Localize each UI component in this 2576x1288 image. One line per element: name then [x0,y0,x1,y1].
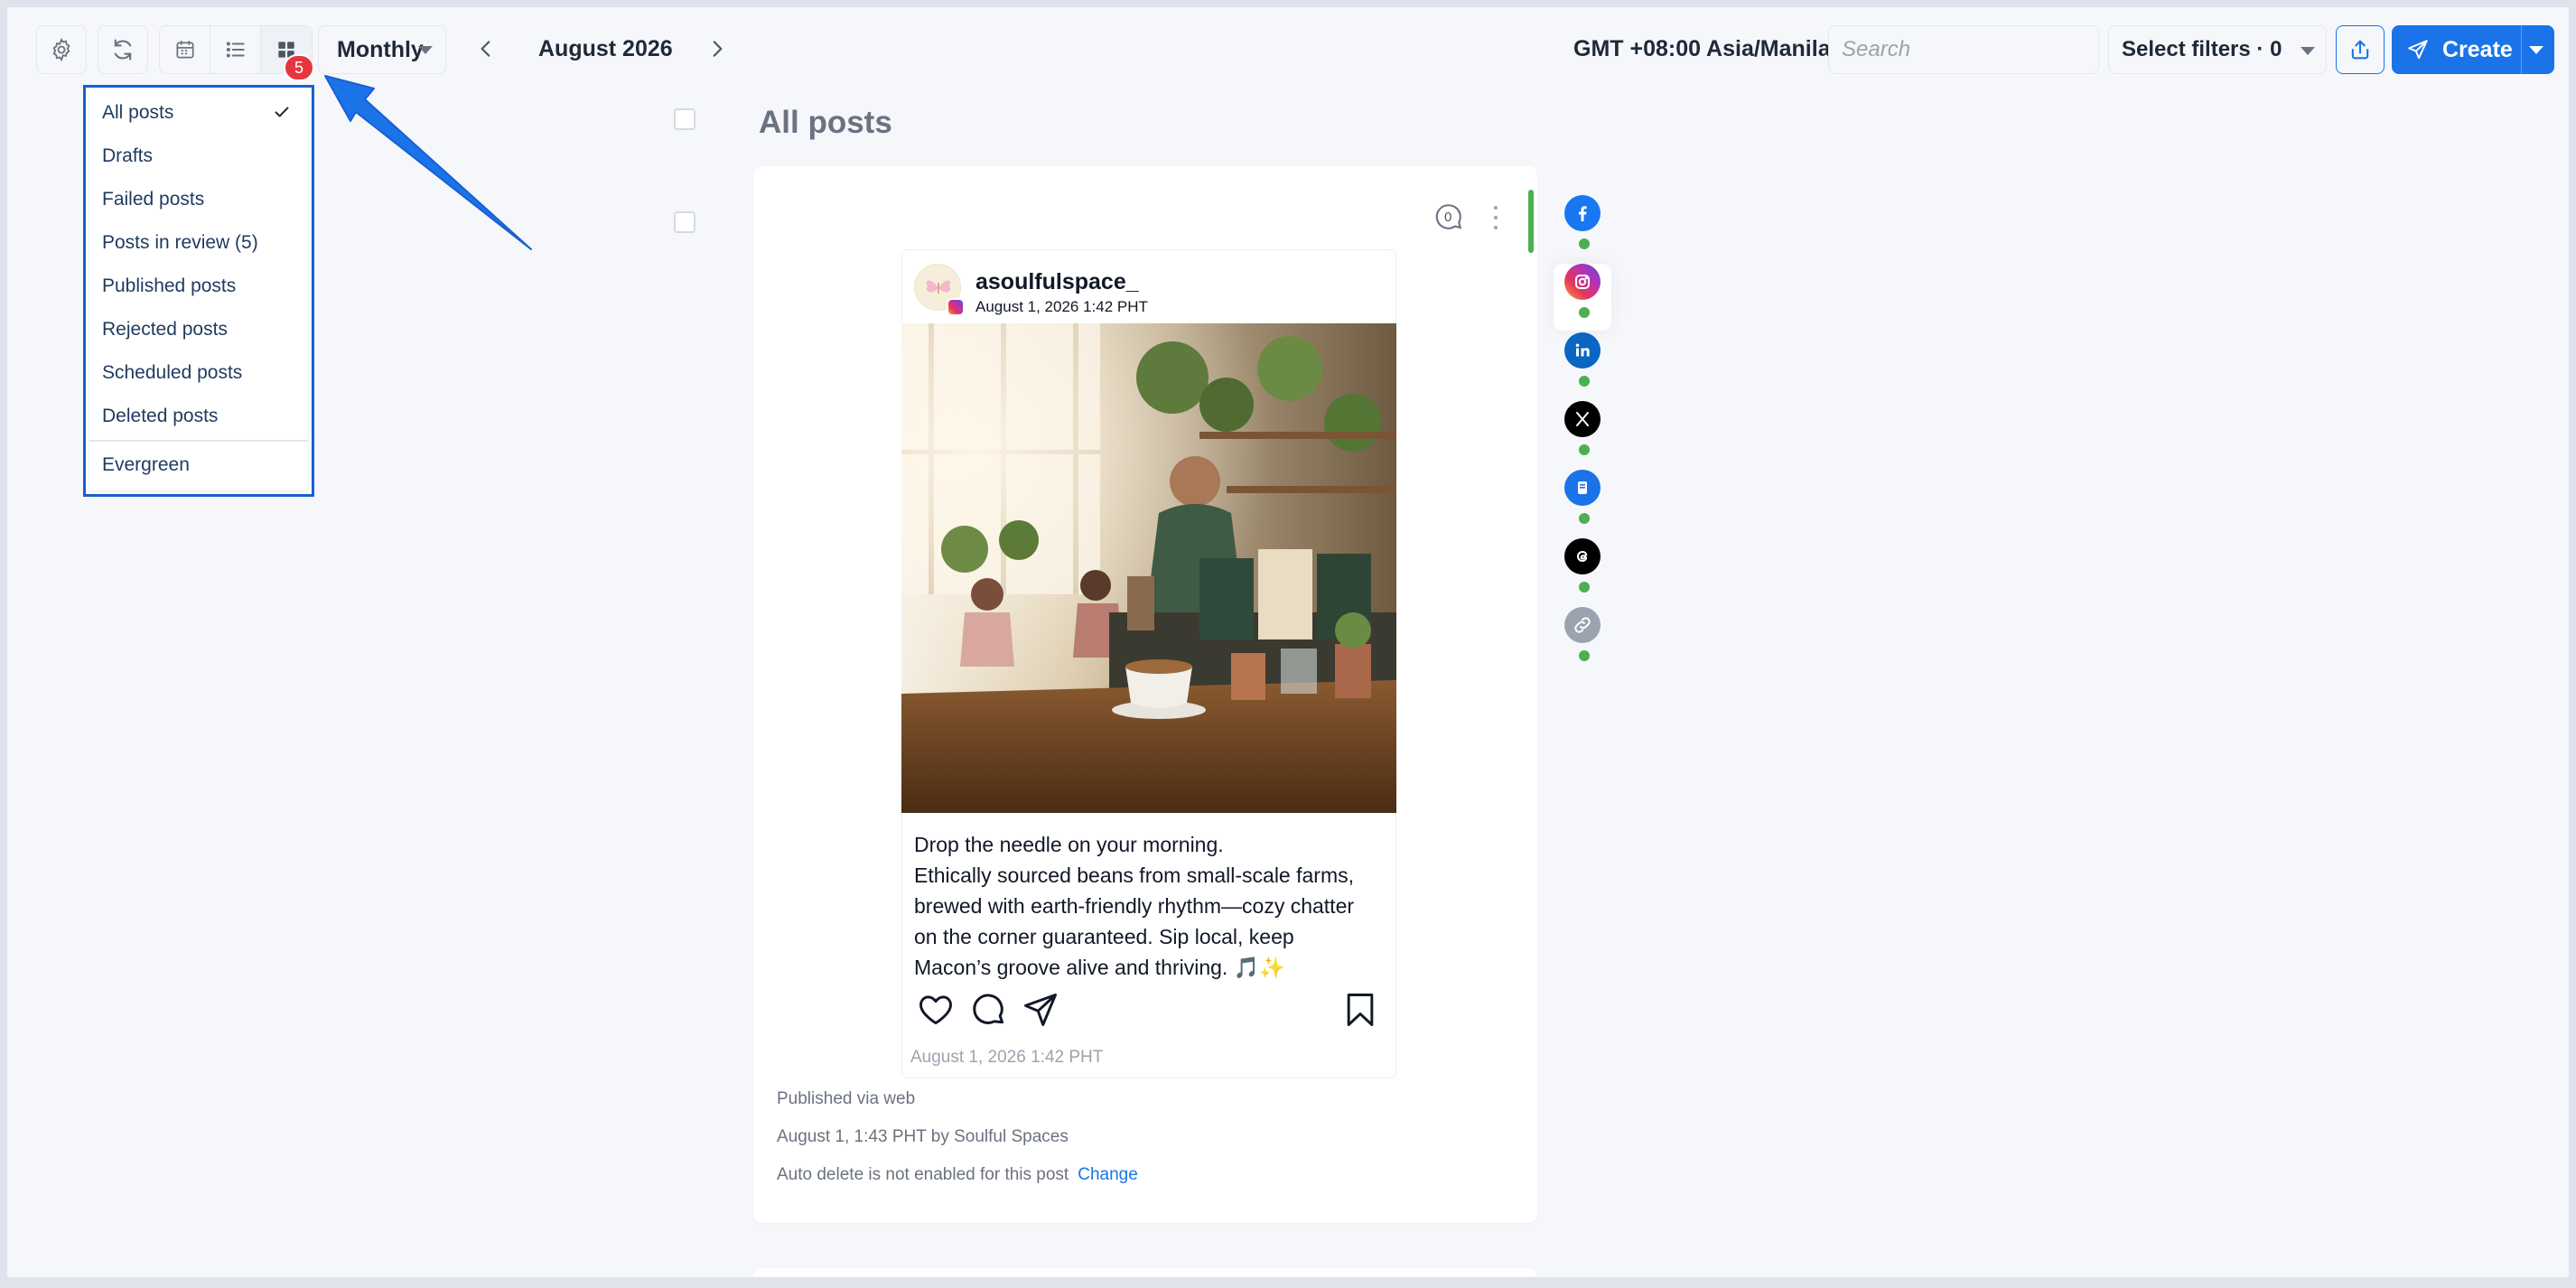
post-photo [901,323,1396,813]
instagram-badge-icon [947,298,965,316]
published-via: Published via web [777,1089,916,1108]
x-status-dot [1579,444,1590,455]
menu-item-all-posts[interactable]: All posts [89,91,308,135]
select-all-checkbox[interactable] [674,108,695,130]
linkedin-status-dot [1579,376,1590,387]
instagram-status-dot [1579,307,1590,318]
bookmark-icon [1347,994,1374,1026]
page-title: All posts [759,105,892,140]
auto-delete-note: Auto delete is not enabled for this post… [777,1165,1138,1185]
current-period: August 2026 [538,36,673,61]
send-icon [2408,40,2428,60]
previous-period-button[interactable] [470,33,502,65]
upload-icon [2351,40,2369,60]
create-button[interactable]: Create [2392,25,2554,74]
auto-delete-text: Auto delete is not enabled for this post [777,1165,1069,1184]
menu-item-evergreen[interactable]: Evergreen [89,443,308,487]
calendar-icon [175,41,194,59]
status-accent-bar [1528,190,1534,253]
google-business-icon[interactable] [1564,470,1601,506]
refresh-button[interactable] [98,25,148,74]
post-status-dropdown: All posts Drafts Failed posts Posts in r… [83,85,314,497]
menu-item-deleted-posts[interactable]: Deleted posts [89,395,308,438]
comment-count: 0 [1444,210,1452,225]
list-view-button[interactable] [210,26,261,73]
x-icon[interactable] [1564,401,1601,437]
account-name: asoulfulspace_ [975,269,1139,294]
notification-badge: 5 [284,54,314,81]
linkedin-icon[interactable] [1564,332,1601,369]
link-status-dot [1579,650,1590,661]
threads-status-dot [1579,582,1590,593]
filters-select[interactable]: Select filters · 0 [2108,25,2327,74]
menu-item-drafts[interactable]: Drafts [89,135,308,178]
timezone-label[interactable]: GMT +08:00 Asia/Manila [1573,36,1831,62]
create-divider [2521,25,2522,74]
comment-bubble-icon [973,994,1004,1024]
view-period-label: Monthly [337,36,424,62]
change-auto-delete-link[interactable]: Change [1078,1165,1138,1184]
caret-down-icon [418,46,433,54]
calendar-view-button[interactable] [160,26,210,73]
menu-item-published-posts[interactable]: Published posts [89,265,308,308]
post-card [753,1268,1537,1277]
menu-item-scheduled-posts[interactable]: Scheduled posts [89,351,308,395]
search-input[interactable] [1828,25,2099,74]
menu-item-rejected-posts[interactable]: Rejected posts [89,308,308,351]
threads-icon[interactable] [1564,538,1601,574]
facebook-status-dot [1579,238,1590,249]
post-checkbox[interactable] [674,211,695,233]
account-post-time: August 1, 2026 1:42 PHT [975,298,1148,315]
create-label: Create [2442,36,2513,62]
caret-down-icon[interactable] [2529,46,2543,54]
annotation-arrow [324,75,532,250]
menu-item-posts-in-review[interactable]: Posts in review (5) [89,221,308,265]
google-business-status-dot [1579,513,1590,524]
menu-item-failed-posts[interactable]: Failed posts [89,178,308,221]
check-icon [275,107,289,117]
app-window: 5 Monthly August 2026 GMT +08:00 Asia/Ma… [7,7,2569,1277]
share-icon [1024,994,1057,1026]
next-period-button[interactable] [701,33,733,65]
instagram-icon[interactable] [1564,264,1601,300]
post-status-menu: All posts Drafts Failed posts Posts in r… [89,91,308,490]
heart-icon [919,995,952,1025]
published-by: August 1, 1:43 PHT by Soulful Spaces [777,1127,1069,1146]
post-caption: Drop the needle on your morning. Ethical… [914,833,1355,979]
chevron-left-icon [481,41,490,57]
list-icon [226,42,245,58]
menu-divider [89,440,308,442]
settings-button[interactable] [36,25,87,74]
gear-icon [52,37,70,62]
link-icon[interactable] [1564,607,1601,643]
chevron-right-icon [713,41,723,57]
filters-label: Select filters · 0 [2122,37,2282,61]
refresh-icon [114,39,132,61]
caret-down-icon [2301,47,2315,55]
facebook-icon[interactable] [1564,195,1601,231]
export-button[interactable] [2336,25,2385,74]
post-footer-time: August 1, 2026 1:42 PHT [910,1048,1104,1067]
more-options-icon[interactable] [1492,206,1499,229]
